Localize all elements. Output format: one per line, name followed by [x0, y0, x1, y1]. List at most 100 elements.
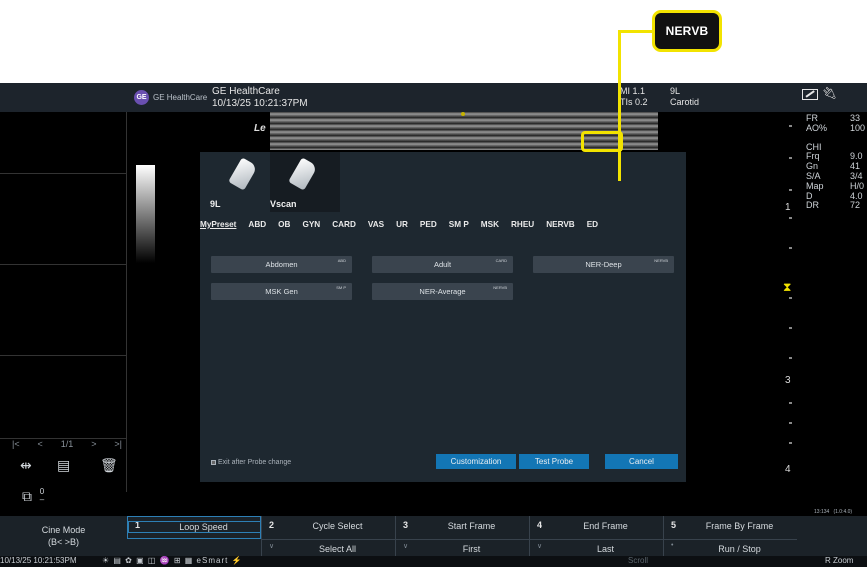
- depth-tick: [789, 422, 792, 424]
- cine-next-button[interactable]: >: [91, 439, 96, 449]
- image-orientation-label: Le: [254, 123, 266, 134]
- tab-ped[interactable]: PED: [420, 220, 437, 229]
- depth-scale: 1 3 4: [785, 117, 799, 497]
- cancel-button[interactable]: Cancel: [605, 454, 678, 469]
- softkey-label: Start Frame: [447, 521, 496, 531]
- preset-dialog: 9L Vscan MyPreset ABD OB GYN CARD VAS UR…: [200, 152, 686, 482]
- cine-mode-sub: (B< >B): [47, 537, 79, 547]
- imaging-parameters: FR 33 AO% 100 CHI Frq 9.0 Gn 41 S/A 3/4 Map H/0 D 4.0 D…: [806, 113, 867, 211]
- probe-vscan-icon: [288, 157, 318, 191]
- preset-adult-button[interactable]: Adult CARD: [372, 256, 513, 273]
- mini-readout-right: (1.0:4.0): [833, 509, 853, 515]
- tab-ur[interactable]: UR: [396, 220, 408, 229]
- depth-tick: [789, 402, 792, 404]
- image-marker: [461, 112, 465, 116]
- grayscale-bar: [136, 165, 155, 263]
- depth-tick: [789, 217, 792, 219]
- depth-tick: [789, 157, 792, 159]
- tab-card[interactable]: CARD: [332, 220, 356, 229]
- status-bar: 10/13/25 10:21:53PM ☀ ▤ ✿ ▣ ◫ ♒ ⊞ ▦ eSma…: [0, 556, 867, 567]
- tab-nervb[interactable]: NERVB: [546, 220, 575, 229]
- tab-abd[interactable]: ABD: [248, 220, 266, 229]
- preset-label: Adult: [433, 260, 452, 269]
- softkey-label: Loop Speed: [128, 521, 261, 533]
- probe-info: 9L Carotid: [670, 86, 699, 108]
- softkey-sub[interactable]: ∨ Last: [530, 539, 663, 556]
- softkey-sub-label: Select All: [318, 544, 357, 554]
- preset-tag: SM P: [336, 285, 346, 290]
- preset-msk-gen-button[interactable]: MSK Gen SM P: [211, 283, 352, 300]
- scroll-label: Scroll: [628, 556, 649, 565]
- tab-vas[interactable]: VAS: [368, 220, 384, 229]
- tis-value: TIs 0.2: [620, 97, 648, 107]
- preset-name: Carotid: [670, 97, 700, 107]
- exit-label: Exit after Probe change: [218, 459, 292, 466]
- focus-marker-icon[interactable]: ⧗: [783, 280, 791, 295]
- depth-tick: [789, 442, 792, 444]
- depth-tick: [789, 297, 792, 299]
- divider: [0, 355, 127, 356]
- preset-ner-average-button[interactable]: NER-Average NERVB: [372, 283, 513, 300]
- customization-button[interactable]: Customization: [436, 454, 516, 469]
- cine-prev-button[interactable]: <: [38, 439, 43, 449]
- softkey-label: Frame By Frame: [705, 521, 774, 531]
- preset-ner-deep-button[interactable]: NER-Deep NERVB: [533, 256, 674, 273]
- softkey-5[interactable]: 5 Frame By Frame • Run / Stop: [663, 516, 797, 556]
- cine-navigator: |< < 1/1 > >|: [12, 439, 122, 449]
- tab-rheu[interactable]: RHEU: [511, 220, 534, 229]
- softkey-sub-label: Run / Stop: [718, 544, 761, 554]
- callout-line-horizontal: [618, 30, 654, 33]
- rzoom-label: R Zoom: [825, 556, 854, 565]
- tab-ed[interactable]: ED: [587, 220, 598, 229]
- nervb-tab-highlight: [581, 131, 623, 152]
- header-datetime: 10/13/25 10:21:37PM: [212, 98, 308, 109]
- tool-counter-value: 0: [39, 487, 45, 496]
- softkey-label: End Frame: [583, 521, 628, 531]
- tab-ob[interactable]: OB: [278, 220, 290, 229]
- softkey-sub[interactable]: ∨ Select All: [262, 539, 395, 556]
- ultrasound-screen: GE GE HealthCare GE HealthCare 10/13/25 …: [0, 83, 867, 567]
- softkey-sub[interactable]: • Run / Stop: [664, 539, 797, 556]
- header-title: GE HealthCare: [212, 86, 280, 97]
- checkbox-box[interactable]: [211, 459, 216, 465]
- param-key: AO%: [806, 122, 828, 133]
- ge-logo-icon: GE: [134, 90, 149, 105]
- split-view-icon[interactable]: ⇹: [20, 457, 32, 474]
- acoustic-indices: MI 1.1 TIs 0.2: [620, 86, 648, 108]
- param-row: DR 72: [806, 201, 867, 211]
- mi-value: MI 1.1: [620, 86, 646, 96]
- softkey-3[interactable]: 3 Start Frame ∨ First: [395, 516, 529, 556]
- preset-abdomen-button[interactable]: Abdomen ABD: [211, 256, 352, 273]
- test-probe-button[interactable]: Test Probe: [519, 454, 589, 469]
- cine-last-button[interactable]: >|: [114, 439, 122, 449]
- add-clip-icon[interactable]: ▤: [57, 457, 70, 474]
- depth-tick: [789, 327, 792, 329]
- cine-first-button[interactable]: |<: [12, 439, 20, 449]
- tab-msk[interactable]: MSK: [481, 220, 499, 229]
- probe-tile-vscan[interactable]: Vscan: [270, 152, 340, 212]
- preset-tag: NERVB: [654, 258, 668, 263]
- softkey-2[interactable]: 2 Cycle Select ∨ Select All: [261, 516, 395, 556]
- tab-smp[interactable]: SM P: [449, 220, 469, 229]
- preset-tabs: MyPreset ABD OB GYN CARD VAS UR PED SM P…: [200, 215, 686, 233]
- export-icon[interactable]: ⧉: [22, 488, 32, 505]
- callout-line-vertical: [618, 31, 621, 181]
- softkey-sub[interactable]: ∨ First: [396, 539, 529, 556]
- trash-icon[interactable]: 🗑︎: [100, 457, 118, 474]
- exit-after-probe-change-checkbox[interactable]: Exit after Probe change: [211, 459, 291, 466]
- probe-vscan-label: Vscan: [270, 199, 297, 209]
- top-bar: GE GE HealthCare GE HealthCare 10/13/25 …: [0, 83, 867, 112]
- mini-readout-left: 13:134: [814, 509, 830, 515]
- softkey-4[interactable]: 4 End Frame ∨ Last: [529, 516, 663, 556]
- param-row: AO% 100: [806, 122, 867, 134]
- tab-mypreset[interactable]: MyPreset: [200, 220, 236, 229]
- probe-9l-icon: [228, 157, 258, 191]
- nervb-callout-badge: NERVB: [652, 10, 722, 52]
- softkey-1[interactable]: 1 Loop Speed: [127, 516, 261, 539]
- softkey-sub-label: Last: [596, 544, 614, 554]
- mini-readout: 13:134 (1.0:4.0): [814, 509, 852, 515]
- tab-gyn[interactable]: GYN: [302, 220, 320, 229]
- depth-tick: [789, 189, 792, 191]
- preset-tag: NERVB: [493, 285, 507, 290]
- depth-tick: [789, 357, 792, 359]
